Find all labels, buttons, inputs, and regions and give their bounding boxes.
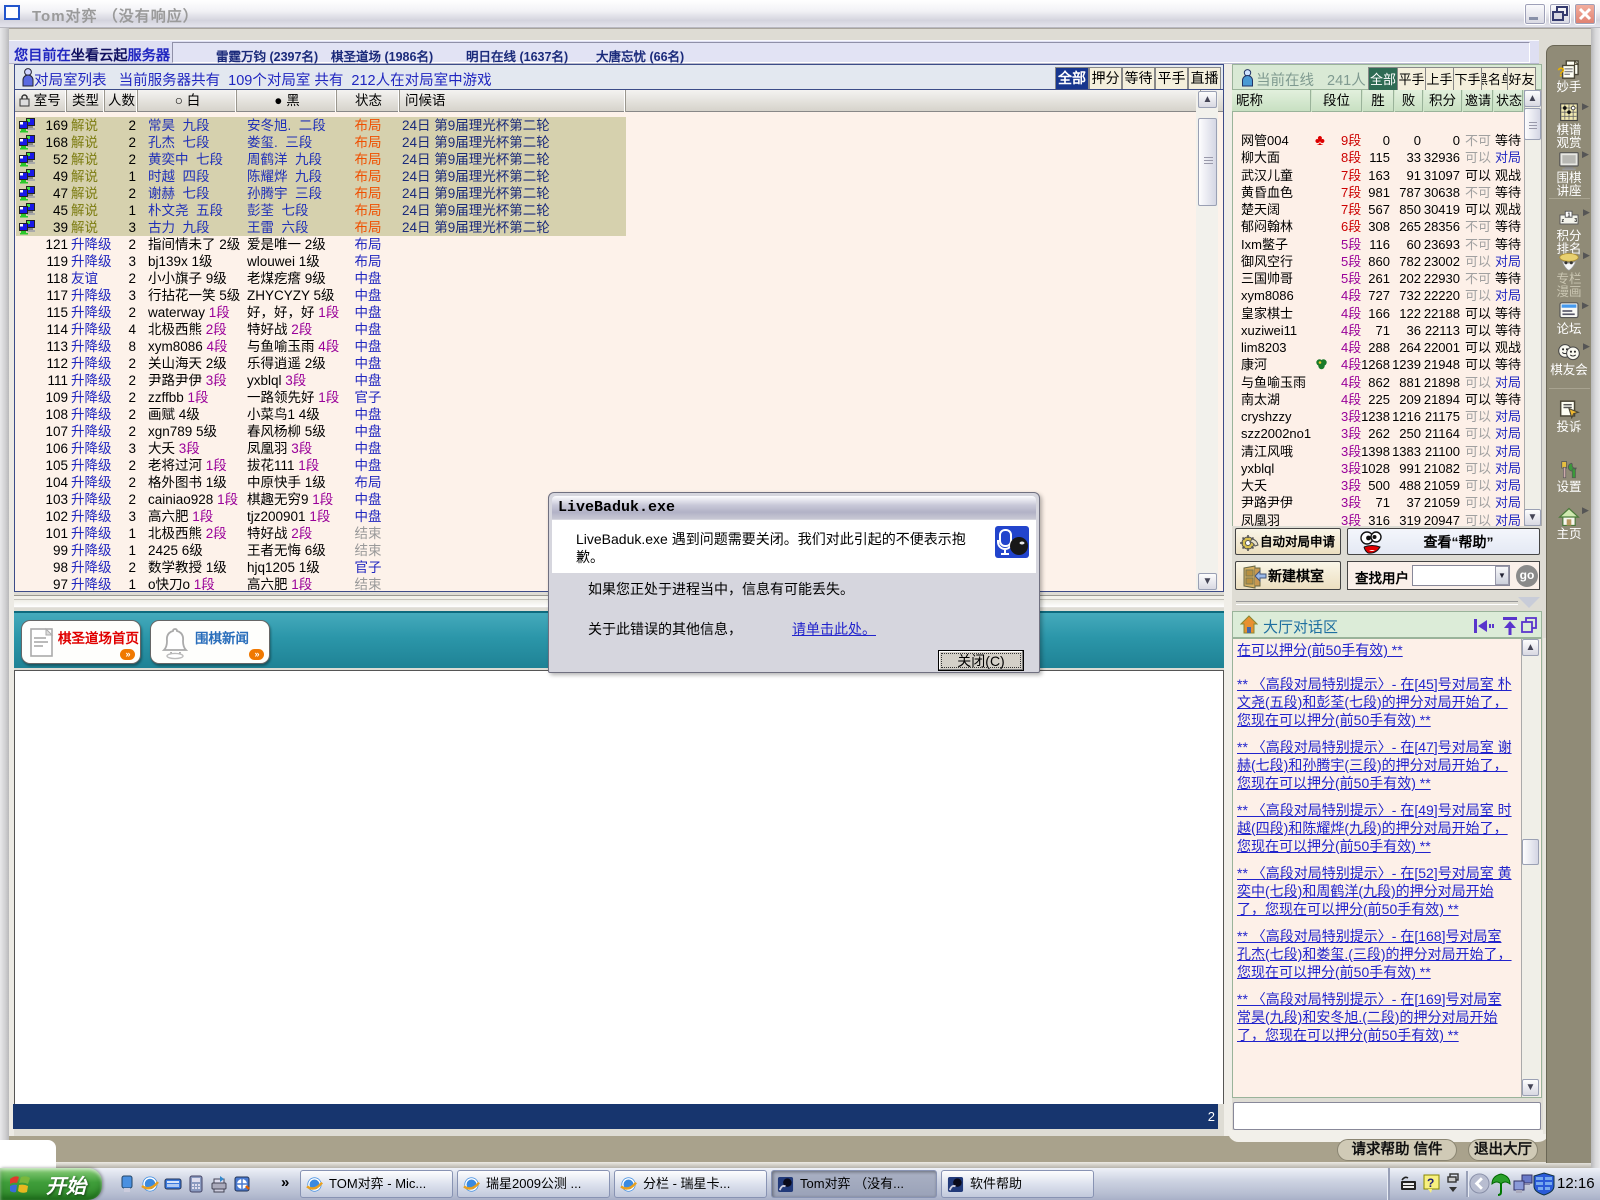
svg-text:z: z bbox=[1562, 218, 1565, 224]
svg-text:3: 3 bbox=[1574, 218, 1577, 224]
svg-text:?: ? bbox=[1557, 64, 1565, 79]
svg-text:?: ? bbox=[1427, 1176, 1434, 1190]
svg-text:1: 1 bbox=[1568, 213, 1571, 219]
